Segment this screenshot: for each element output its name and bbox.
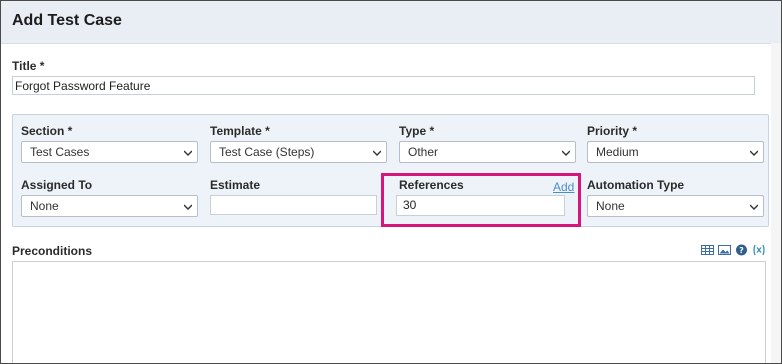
chevron-down-icon	[750, 204, 758, 210]
chevron-down-icon	[750, 150, 758, 156]
dialog-header: Add Test Case	[1, 1, 781, 44]
help-icon[interactable]: ?	[735, 244, 748, 256]
type-select-value: Other	[408, 145, 439, 159]
dialog-title: Add Test Case	[12, 12, 122, 29]
type-select[interactable]: Other	[399, 141, 576, 163]
section-select[interactable]: Test Cases	[21, 141, 198, 163]
assigned-to-label: Assigned To	[21, 178, 93, 192]
priority-select[interactable]: Medium	[587, 141, 764, 163]
chevron-down-icon	[562, 150, 570, 156]
table-icon[interactable]	[701, 244, 714, 256]
title-label: Title *	[12, 59, 45, 73]
automation-type-label: Automation Type	[587, 178, 685, 192]
template-select[interactable]: Test Case (Steps)	[210, 141, 387, 163]
assigned-to-select[interactable]: None	[21, 195, 198, 217]
chevron-down-icon	[184, 150, 192, 156]
chevron-down-icon	[184, 204, 192, 210]
section-label: Section *	[21, 124, 73, 138]
section-select-value: Test Cases	[30, 145, 90, 159]
svg-text:?: ?	[739, 246, 744, 255]
preconditions-label: Preconditions	[12, 244, 93, 258]
priority-select-value: Medium	[596, 145, 639, 159]
add-test-case-dialog: Add Test Case Title * Forgot Password Fe…	[0, 0, 782, 364]
priority-label: Priority *	[587, 124, 638, 138]
preconditions-textarea[interactable]	[12, 261, 766, 363]
automation-type-select-value: None	[596, 199, 625, 213]
template-label: Template *	[210, 124, 270, 138]
type-label: Type *	[399, 124, 435, 138]
chevron-down-icon	[373, 150, 381, 156]
template-select-value: Test Case (Steps)	[219, 145, 315, 159]
estimate-input[interactable]	[210, 195, 377, 215]
image-icon[interactable]	[718, 244, 731, 256]
estimate-label: Estimate	[210, 178, 261, 192]
references-highlight	[381, 173, 581, 227]
markdown-icon[interactable]	[752, 244, 766, 256]
title-input[interactable]: Forgot Password Feature	[12, 76, 755, 95]
scrollbar[interactable]	[771, 43, 781, 363]
automation-type-select[interactable]: None	[587, 195, 764, 217]
assigned-to-select-value: None	[30, 199, 59, 213]
